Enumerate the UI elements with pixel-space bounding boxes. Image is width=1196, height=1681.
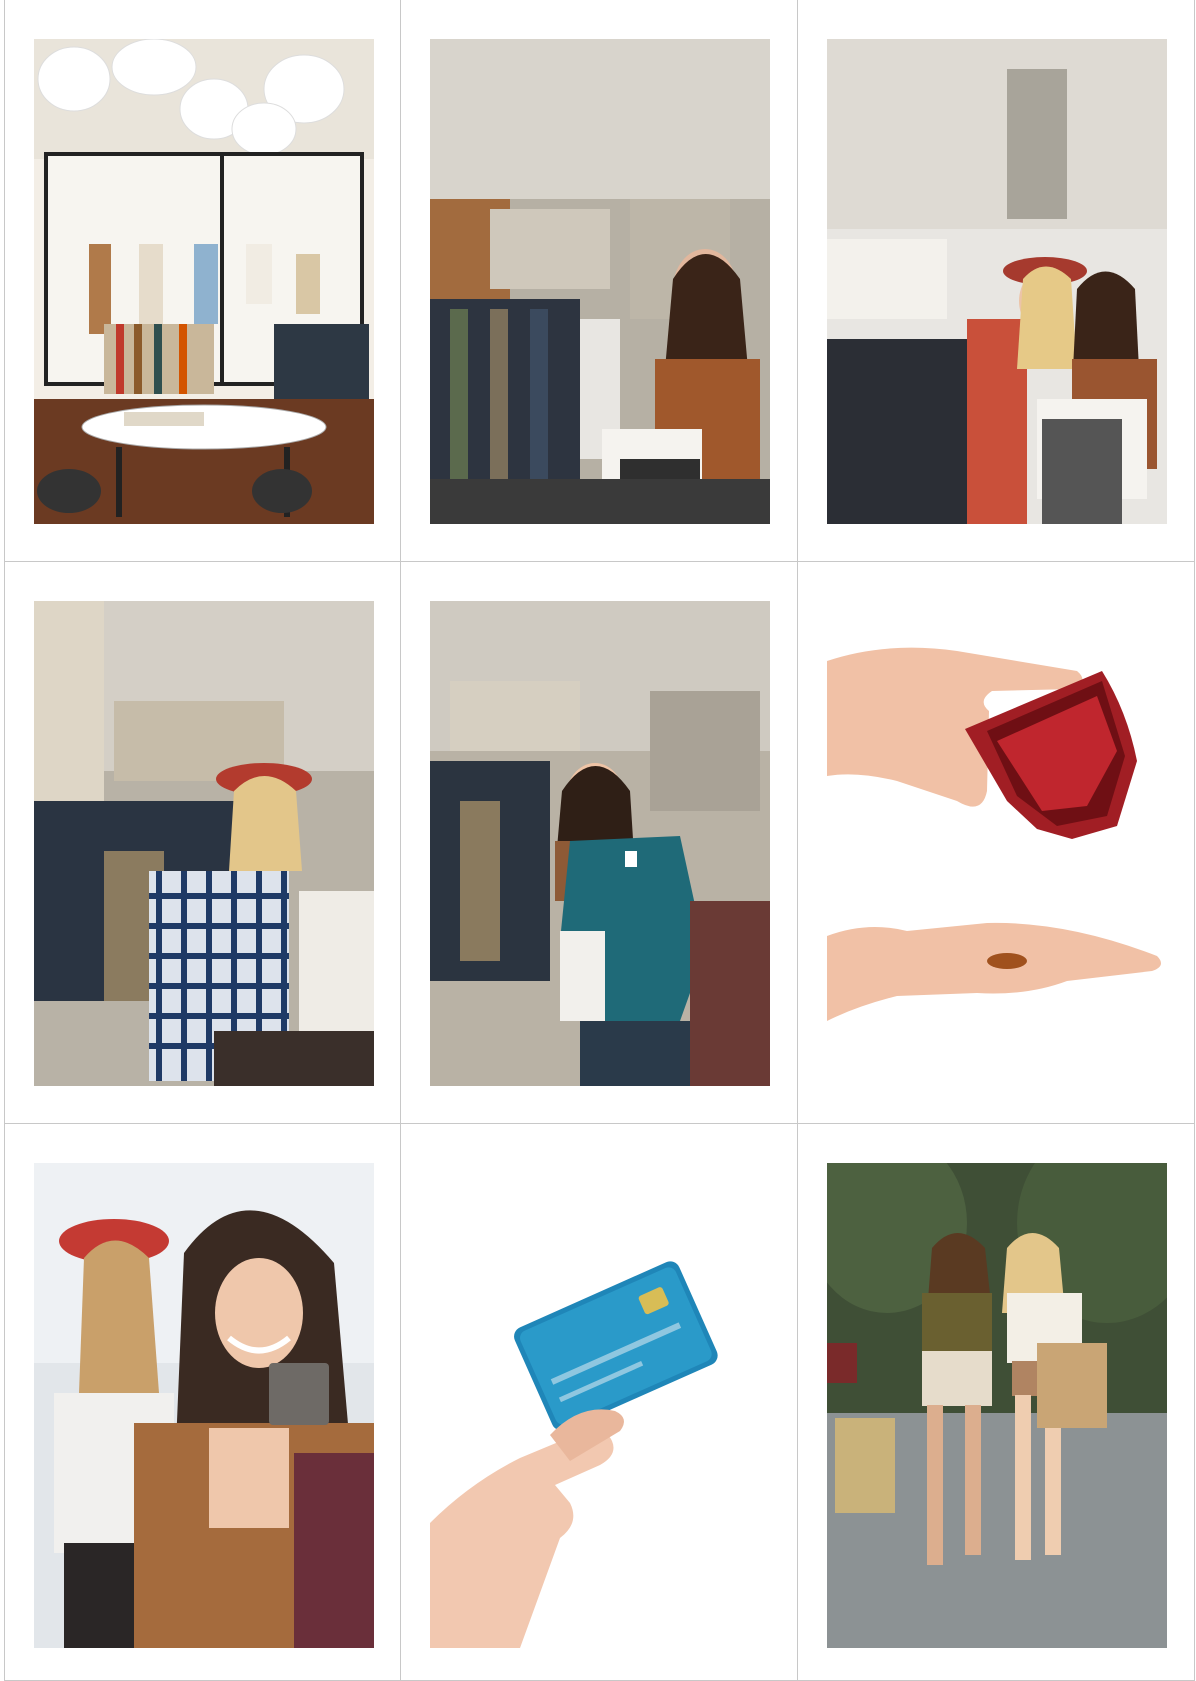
hand-credit-card-photo (430, 1163, 770, 1648)
two-women-holding-dress-photo (827, 39, 1167, 524)
grid-cell (798, 0, 1195, 562)
woman-browsing-clothes-photo (430, 39, 770, 524)
women-with-card-photo (34, 1163, 374, 1648)
grid-cell (4, 1124, 401, 1681)
grid-cell (4, 562, 401, 1124)
grid-cell (401, 562, 798, 1124)
grid-cell (401, 1124, 798, 1681)
grid-cell (401, 0, 798, 562)
women-shopping-street-photo (827, 1163, 1167, 1648)
grid-cell (798, 1124, 1195, 1681)
grid-cell (4, 0, 401, 562)
hands-wallet-coin-photo (827, 601, 1167, 1086)
woman-with-plaid-shirt-photo (34, 601, 374, 1086)
grid-cell (798, 562, 1195, 1124)
woman-with-teal-top-photo (430, 601, 770, 1086)
photo-grid (4, 0, 1196, 1681)
boutique-interior-photo (34, 39, 374, 524)
